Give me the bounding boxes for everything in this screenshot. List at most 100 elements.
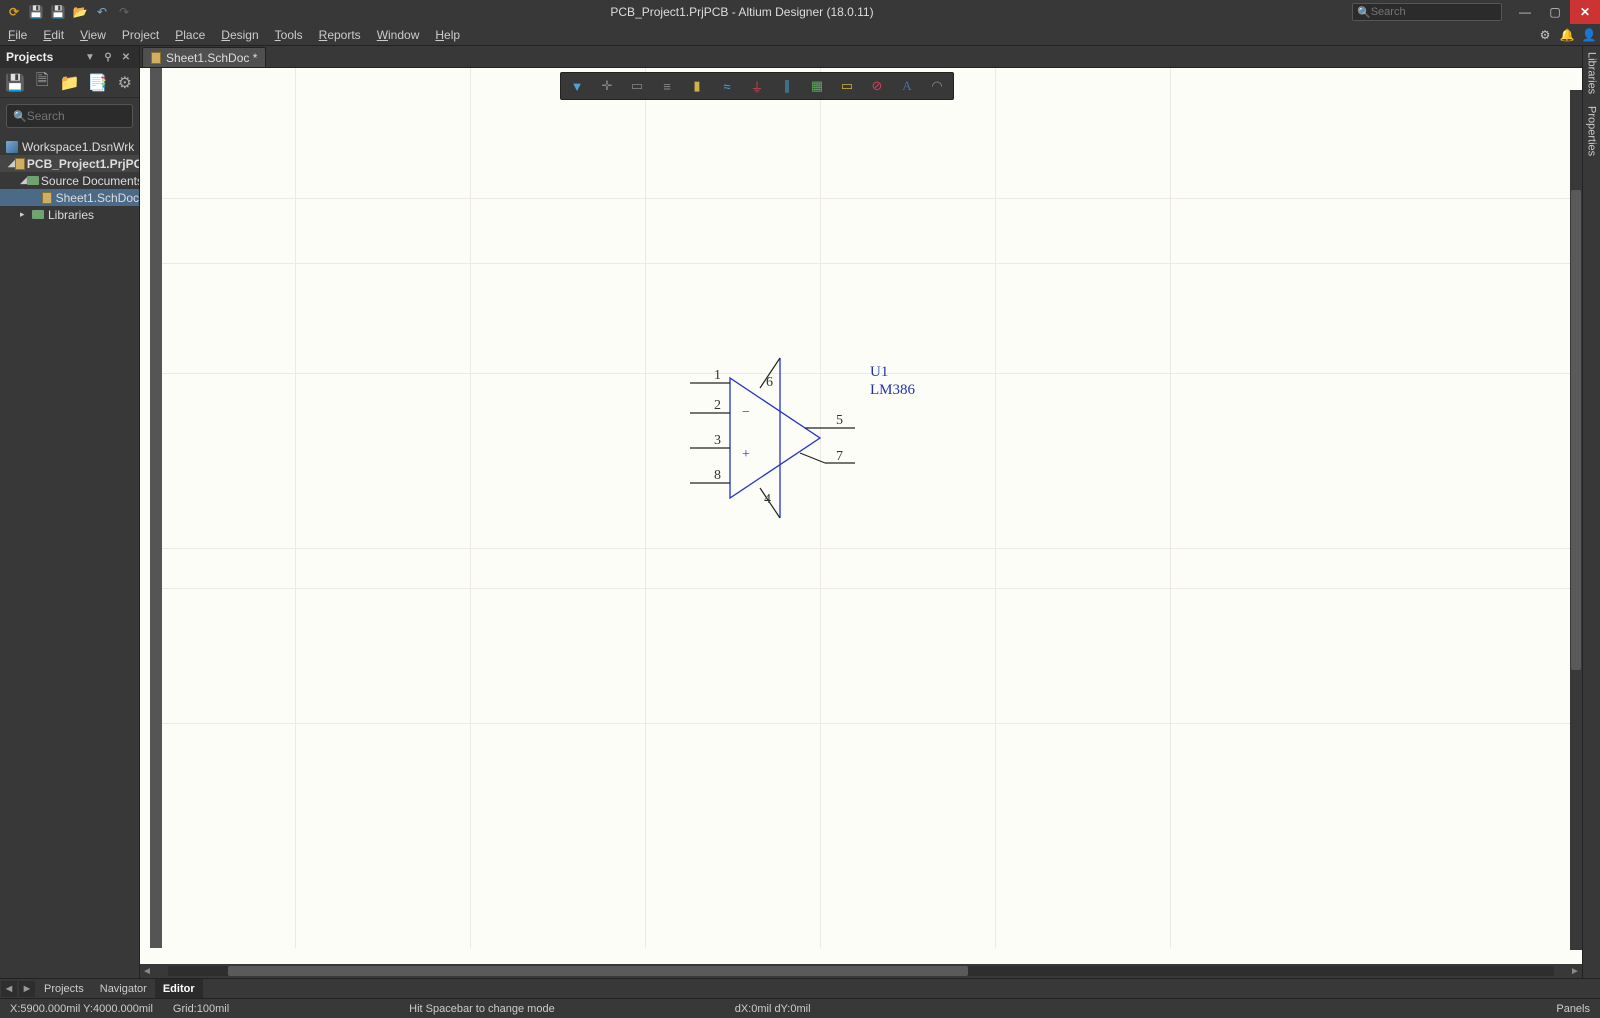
- redo-icon[interactable]: ↷: [116, 4, 132, 20]
- move-icon[interactable]: ✛: [597, 76, 617, 96]
- panel-tab-properties[interactable]: Properties: [1586, 100, 1598, 162]
- menu-reports[interactable]: Reports: [311, 26, 369, 44]
- save-all-icon[interactable]: 💾: [50, 4, 66, 20]
- menu-file[interactable]: File: [0, 26, 35, 44]
- bottom-tab-navigator[interactable]: Navigator: [92, 979, 155, 998]
- open-doc-icon[interactable]: 📁: [61, 74, 79, 92]
- tab-scroll-right-icon[interactable]: ►: [19, 981, 35, 997]
- pin-number: 5: [836, 413, 843, 428]
- schematic-doc-icon: [151, 52, 161, 64]
- projects-search[interactable]: 🔍: [6, 104, 133, 128]
- twisty-icon[interactable]: ◢: [8, 158, 15, 169]
- place-bus-icon[interactable]: ∥: [777, 76, 797, 96]
- menu-tools[interactable]: Tools: [267, 26, 311, 44]
- twisty-icon[interactable]: ◢: [20, 175, 27, 186]
- tree-sheet[interactable]: Sheet1.SchDoc: [0, 189, 139, 206]
- no-erc-icon[interactable]: ⊘: [867, 76, 887, 96]
- tree-libraries[interactable]: ▸ Libraries: [0, 206, 139, 223]
- place-wire-icon[interactable]: ≈: [717, 76, 737, 96]
- pin-number: 8: [714, 468, 721, 483]
- selection-icon[interactable]: ▭: [627, 76, 647, 96]
- undo-icon[interactable]: ↶: [94, 4, 110, 20]
- add-doc-icon[interactable]: 🗎: [34, 74, 51, 92]
- close-button[interactable]: ✕: [1570, 0, 1600, 24]
- folder-icon: [27, 176, 39, 185]
- document-tab[interactable]: Sheet1.SchDoc *: [142, 47, 266, 67]
- twisty-icon[interactable]: ▸: [20, 209, 30, 220]
- global-search-input[interactable]: [1371, 6, 1513, 18]
- component-value[interactable]: LM386: [870, 382, 916, 398]
- menu-project[interactable]: Project: [114, 26, 167, 44]
- user-account-icon[interactable]: 👤: [1578, 24, 1600, 46]
- horizontal-scrollbar[interactable]: ◄ ►: [140, 964, 1582, 978]
- tree-label: PCB_Project1.PrjPCB: [27, 157, 139, 171]
- menu-window[interactable]: Window: [369, 26, 428, 44]
- status-hint: Hit Spacebar to change mode: [399, 1003, 565, 1015]
- tree-project[interactable]: ◢ PCB_Project1.PrjPCB: [0, 155, 139, 172]
- panel-pin-icon[interactable]: ⚲: [101, 50, 115, 64]
- global-search[interactable]: 🔍: [1352, 3, 1502, 21]
- active-bar-toolbar: ▼ ✛ ▭ ≡ ▮ ≈ ⏚ ∥ ▦ ▭ ⊘ A ◠: [560, 72, 954, 100]
- schematic-canvas[interactable]: ▼ ✛ ▭ ≡ ▮ ≈ ⏚ ∥ ▦ ▭ ⊘ A ◠: [140, 68, 1582, 964]
- tree-label: Source Documents: [41, 174, 139, 188]
- minimize-button[interactable]: ―: [1510, 0, 1540, 24]
- tab-scroll-left-icon[interactable]: ◄: [1, 981, 17, 997]
- place-power-icon[interactable]: ⏚: [747, 76, 767, 96]
- new-doc-icon[interactable]: 💾: [6, 74, 24, 92]
- title-bar: ⟳ 💾 💾 📂 ↶ ↷ PCB_Project1.PrjPCB - Altium…: [0, 0, 1600, 24]
- place-directive-icon[interactable]: ▭: [837, 76, 857, 96]
- status-delta: dX:0mil dY:0mil: [725, 1003, 821, 1015]
- pin-number: 1: [714, 368, 721, 383]
- search-icon: 🔍: [1357, 6, 1371, 19]
- scroll-right-icon[interactable]: ►: [1568, 964, 1582, 978]
- compile-icon[interactable]: 📑: [89, 74, 107, 92]
- panel-dropdown-icon[interactable]: ▼: [83, 50, 97, 64]
- panels-button[interactable]: Panels: [1546, 1003, 1600, 1015]
- panel-tab-libraries[interactable]: Libraries: [1586, 46, 1598, 100]
- tree-workspace[interactable]: Workspace1.DsnWrk: [0, 138, 139, 155]
- status-grid: Grid:100mil: [163, 1003, 239, 1015]
- workspace-icon: [6, 141, 18, 153]
- align-icon[interactable]: ≡: [657, 76, 677, 96]
- panel-close-icon[interactable]: ✕: [119, 50, 133, 64]
- document-tab-bar: Sheet1.SchDoc *: [140, 46, 1582, 68]
- menu-edit[interactable]: Edit: [35, 26, 72, 44]
- app-logo-icon: ⟳: [6, 4, 22, 20]
- bottom-tab-editor[interactable]: Editor: [155, 979, 203, 998]
- bottom-tab-projects[interactable]: Projects: [36, 979, 92, 998]
- projects-toolbar: 💾 🗎 📁 📑 ⚙: [0, 68, 139, 98]
- projects-panel-header[interactable]: Projects ▼ ⚲ ✕: [0, 46, 139, 68]
- search-icon: 🔍: [13, 110, 27, 123]
- open-folder-icon[interactable]: 📂: [72, 4, 88, 20]
- menu-place[interactable]: Place: [167, 26, 213, 44]
- filter-icon[interactable]: ▼: [567, 76, 587, 96]
- scroll-left-icon[interactable]: ◄: [140, 964, 154, 978]
- project-icon: [15, 158, 25, 170]
- notifications-bell-icon[interactable]: 🔔: [1556, 24, 1578, 46]
- settings-gear-icon[interactable]: ⚙: [1534, 24, 1556, 46]
- projects-panel: Projects ▼ ⚲ ✕ 💾 🗎 📁 📑 ⚙ 🔍 Workspace1.Ds…: [0, 46, 140, 978]
- schematic-component[interactable]: − + 1 2 3 8 6 4: [630, 348, 1010, 548]
- right-panel-strip: Libraries Properties: [1582, 46, 1600, 978]
- vertical-scrollbar[interactable]: [1570, 90, 1582, 950]
- place-text-icon[interactable]: A: [897, 76, 917, 96]
- folder-icon: [32, 210, 44, 219]
- save-icon[interactable]: 💾: [28, 4, 44, 20]
- maximize-button[interactable]: ▢: [1540, 0, 1570, 24]
- tree-label: Workspace1.DsnWrk: [22, 140, 134, 154]
- document-area: Sheet1.SchDoc * ▼: [140, 46, 1582, 978]
- tree-label: Sheet1.SchDoc: [56, 191, 139, 205]
- projects-tree: Workspace1.DsnWrk ◢ PCB_Project1.PrjPCB …: [0, 134, 139, 978]
- menu-design[interactable]: Design: [213, 26, 266, 44]
- menu-view[interactable]: View: [72, 26, 114, 44]
- projects-panel-title: Projects: [6, 50, 79, 64]
- pin-number: 7: [836, 449, 843, 464]
- tree-source-folder[interactable]: ◢ Source Documents: [0, 172, 139, 189]
- project-options-icon[interactable]: ⚙: [117, 74, 134, 92]
- menu-help[interactable]: Help: [427, 26, 468, 44]
- component-designator[interactable]: U1: [870, 364, 888, 380]
- document-tab-label: Sheet1.SchDoc *: [166, 51, 257, 65]
- place-harness-icon[interactable]: ▦: [807, 76, 827, 96]
- place-part-icon[interactable]: ▮: [687, 76, 707, 96]
- place-arc-icon[interactable]: ◠: [927, 76, 947, 96]
